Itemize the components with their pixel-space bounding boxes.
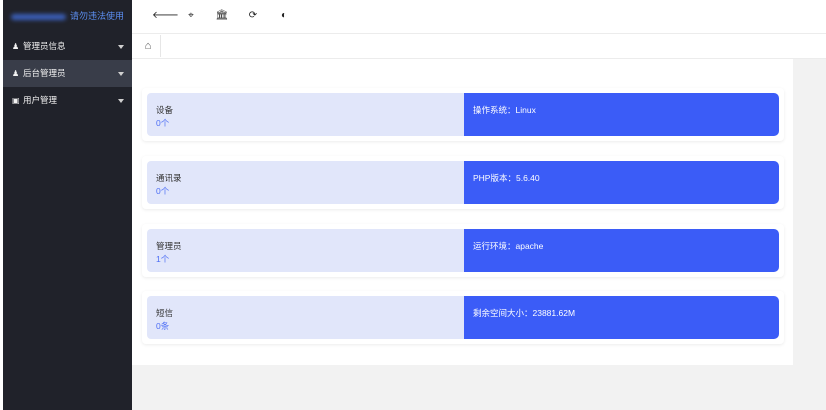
id-card-icon: ▣ xyxy=(12,96,20,105)
stat-title: 管理员 xyxy=(156,241,182,251)
theme-icon[interactable]: ◐ xyxy=(276,8,292,24)
chevron-down-icon xyxy=(118,99,124,103)
stat-count: 0个 xyxy=(156,186,170,196)
refresh-icon[interactable]: ⟳ xyxy=(245,8,261,24)
fullscreen-icon[interactable]: ⌖ xyxy=(183,8,199,24)
blurred-brand-name xyxy=(11,13,66,20)
user-icon: ♟ xyxy=(12,42,20,51)
stat-card-right: 运行环境：apache xyxy=(464,229,779,272)
stat-count: 1个 xyxy=(156,254,170,264)
stat-card-right: PHP版本：5.6.40 xyxy=(464,161,779,204)
system-info-text: 操作系统：Linux xyxy=(473,105,536,115)
stats-panel: 设备 0个 操作系统：Linux 通讯录 0个 PHP版本：5.6.40 管理员… xyxy=(132,59,793,365)
system-info-text: PHP版本：5.6.40 xyxy=(473,173,540,183)
system-info-text: 运行环境：apache xyxy=(473,241,544,251)
stat-card-left: 设备 0个 xyxy=(147,93,464,136)
stat-card-right: 操作系统：Linux xyxy=(464,93,779,136)
stat-card-sms: 短信 0条 剩余空间大小：23881.62M xyxy=(142,291,784,344)
stat-count: 0条 xyxy=(156,321,170,331)
sidebar-item-backend-admins[interactable]: ♟ 后台管理员 xyxy=(3,60,132,87)
brand-text: 请勿违法使用 xyxy=(70,11,125,21)
sidebar-item-user-management[interactable]: ▣ 用户管理 xyxy=(3,87,132,114)
back-arrow-icon[interactable]: 🡐 xyxy=(152,8,179,24)
sidebar: 请勿违法使用 ♟ 管理员信息 ♟ 后台管理员 ▣ 用户管理 xyxy=(3,0,132,410)
home-tab-icon[interactable]: ⌂ xyxy=(136,35,161,57)
tabs-bar: ⌂ xyxy=(132,34,826,59)
stat-title: 通讯录 xyxy=(156,173,182,183)
stat-card-left: 通讯录 0个 xyxy=(147,161,464,204)
brand-logo[interactable]: 请勿违法使用 xyxy=(3,0,132,33)
top-toolbar: 🡐 ⌖ 🏛 ⟳ ◐ xyxy=(132,0,826,34)
sidebar-item-admin-info[interactable]: ♟ 管理员信息 xyxy=(3,33,132,60)
stat-card-admins: 管理员 1个 运行环境：apache xyxy=(142,224,784,277)
chevron-down-icon xyxy=(118,45,124,49)
user-icon: ♟ xyxy=(12,69,20,78)
stat-card-left: 管理员 1个 xyxy=(147,229,464,272)
stat-title: 短信 xyxy=(156,308,174,318)
stat-title: 设备 xyxy=(156,105,174,115)
main-content: 设备 0个 操作系统：Linux 通讯录 0个 PHP版本：5.6.40 管理员… xyxy=(132,59,826,410)
sidebar-item-label: 后台管理员 xyxy=(23,68,66,78)
sidebar-item-label: 管理员信息 xyxy=(23,41,66,51)
bank-icon[interactable]: 🏛 xyxy=(214,8,230,24)
chevron-down-icon xyxy=(118,72,124,76)
stat-card-contacts: 通讯录 0个 PHP版本：5.6.40 xyxy=(142,156,784,209)
system-info-text: 剩余空间大小：23881.62M xyxy=(473,308,576,318)
stat-count: 0个 xyxy=(156,118,170,128)
sidebar-item-label: 用户管理 xyxy=(23,95,58,105)
stat-card-left: 短信 0条 xyxy=(147,296,464,339)
stat-card-right: 剩余空间大小：23881.62M xyxy=(464,296,779,339)
stat-card-devices: 设备 0个 操作系统：Linux xyxy=(142,88,784,141)
